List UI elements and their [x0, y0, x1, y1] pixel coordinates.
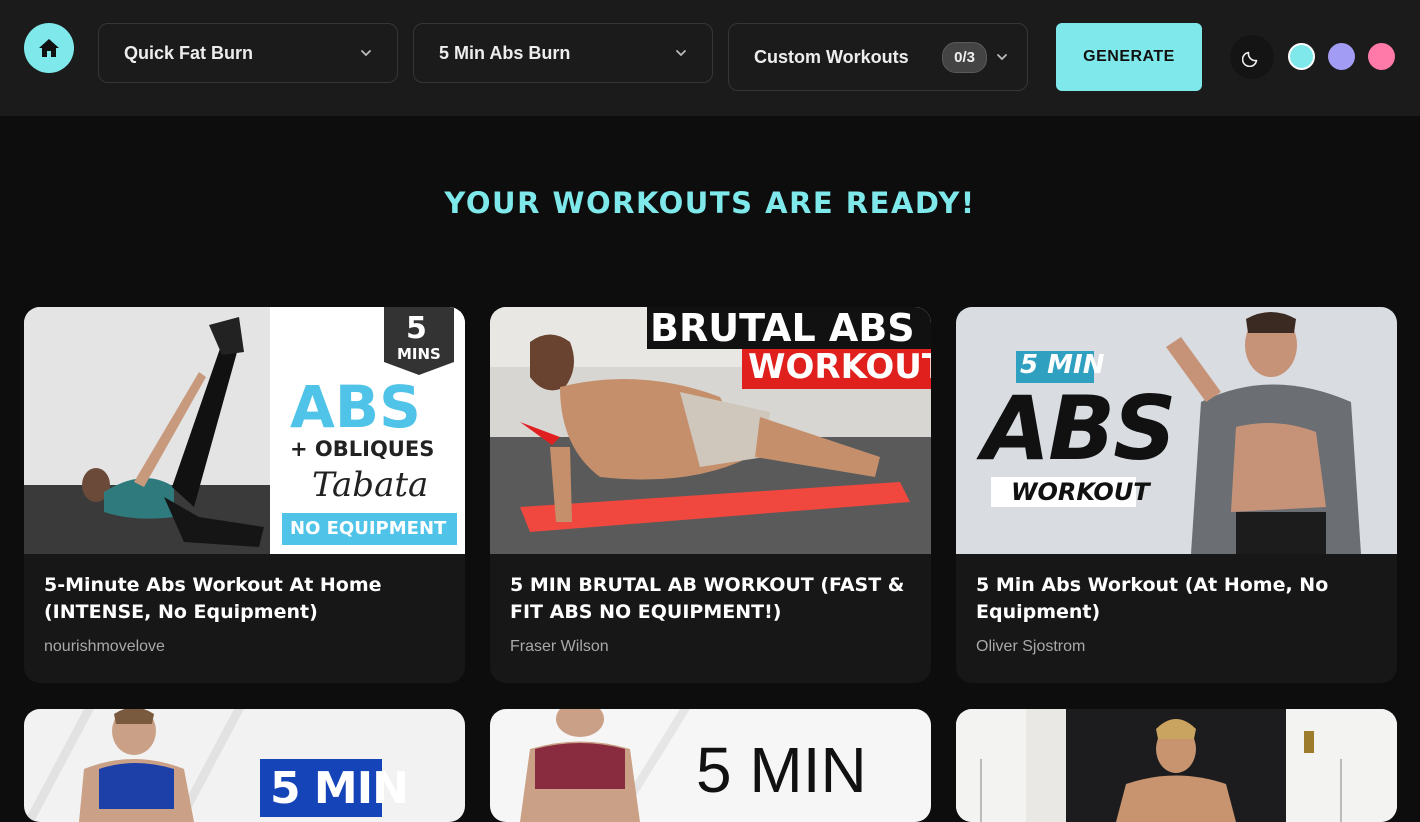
- workout-type-dropdown[interactable]: Quick Fat Burn: [98, 23, 398, 83]
- thumb-title-line1: BRUTAL ABS: [650, 307, 915, 350]
- video-thumbnail[interactable]: 5 MIN ABS WORKOUT: [956, 307, 1397, 554]
- thumb-tag: 5 MIN: [1020, 350, 1105, 380]
- video-title[interactable]: 5 Min Abs Workout (At Home, No Equipment…: [976, 572, 1377, 626]
- page-heading: YOUR WORKOUTS ARE READY!: [444, 186, 976, 220]
- workout-type-label: Quick Fat Burn: [124, 42, 254, 63]
- channel-name: Fraser Wilson: [510, 638, 609, 655]
- thumb-badge-unit: MINS: [397, 345, 441, 363]
- video-title[interactable]: 5-Minute Abs Workout At Home (INTENSE, N…: [44, 572, 445, 626]
- workout-card[interactable]: 5 MIN: [490, 709, 931, 822]
- home-button[interactable]: [24, 23, 74, 73]
- custom-workouts-dropdown[interactable]: Custom Workouts 0/3: [728, 23, 1028, 91]
- thumb-tag: 5 MIN: [270, 763, 409, 814]
- thumb-script: Tabata: [312, 465, 429, 505]
- video-thumbnail[interactable]: 5 MIN: [24, 709, 465, 822]
- video-title[interactable]: 5 MIN BRUTAL AB WORKOUT (FAST & FIT ABS …: [510, 572, 911, 626]
- workout-card[interactable]: 5 MIN ABS WORKOUT 5 Min Abs Workout (At …: [956, 307, 1397, 683]
- theme-toggle-button[interactable]: [1230, 35, 1274, 79]
- video-thumbnail[interactable]: BRUTAL ABS WORKOUT: [490, 307, 931, 554]
- thumb-title: ABS: [290, 373, 421, 441]
- custom-count-badge: 0/3: [942, 41, 987, 73]
- thumb-title: 5 MIN: [696, 734, 867, 806]
- video-thumbnail[interactable]: 5 MIN: [490, 709, 931, 822]
- thumb-tag: NO EQUIPMENT: [290, 518, 447, 539]
- workout-card[interactable]: [956, 709, 1397, 822]
- channel-name: nourishmovelove: [44, 638, 165, 655]
- workout-preset-dropdown[interactable]: 5 Min Abs Burn: [413, 23, 713, 83]
- home-icon: [39, 39, 59, 57]
- color-swatch-purple[interactable]: [1328, 43, 1355, 70]
- thumb-subtitle: WORKOUT: [1011, 478, 1150, 506]
- top-toolbar: Quick Fat Burn 5 Min Abs Burn Custom Wor…: [0, 0, 1420, 116]
- generate-button[interactable]: GENERATE: [1056, 23, 1202, 91]
- color-swatch-pink[interactable]: [1368, 43, 1395, 70]
- thumb-badge-number: 5: [406, 311, 427, 346]
- chevron-down-icon: [361, 50, 371, 57]
- workout-card[interactable]: 5 MIN: [24, 709, 465, 822]
- color-swatch-cyan[interactable]: [1288, 43, 1315, 70]
- workout-preset-label: 5 Min Abs Burn: [439, 42, 571, 63]
- video-thumbnail[interactable]: 5 MINS ABS + OBLIQUES Tabata NO EQUIPMEN…: [24, 307, 465, 554]
- moon-icon: [1242, 51, 1258, 67]
- workout-card[interactable]: 5 MINS ABS + OBLIQUES Tabata NO EQUIPMEN…: [24, 307, 465, 683]
- chevron-down-icon: [997, 54, 1007, 61]
- workout-card[interactable]: BRUTAL ABS WORKOUT 5 MIN BRUTAL AB WORKO…: [490, 307, 931, 683]
- thumb-subtitle: + OBLIQUES: [290, 437, 435, 461]
- video-thumbnail[interactable]: [956, 709, 1397, 822]
- thumb-title: ABS: [982, 377, 1177, 480]
- thumb-title-line2: WORKOUT: [748, 347, 931, 387]
- custom-workouts-label: Custom Workouts: [754, 46, 909, 67]
- chevron-down-icon: [676, 50, 686, 57]
- channel-name: Oliver Sjostrom: [976, 638, 1086, 655]
